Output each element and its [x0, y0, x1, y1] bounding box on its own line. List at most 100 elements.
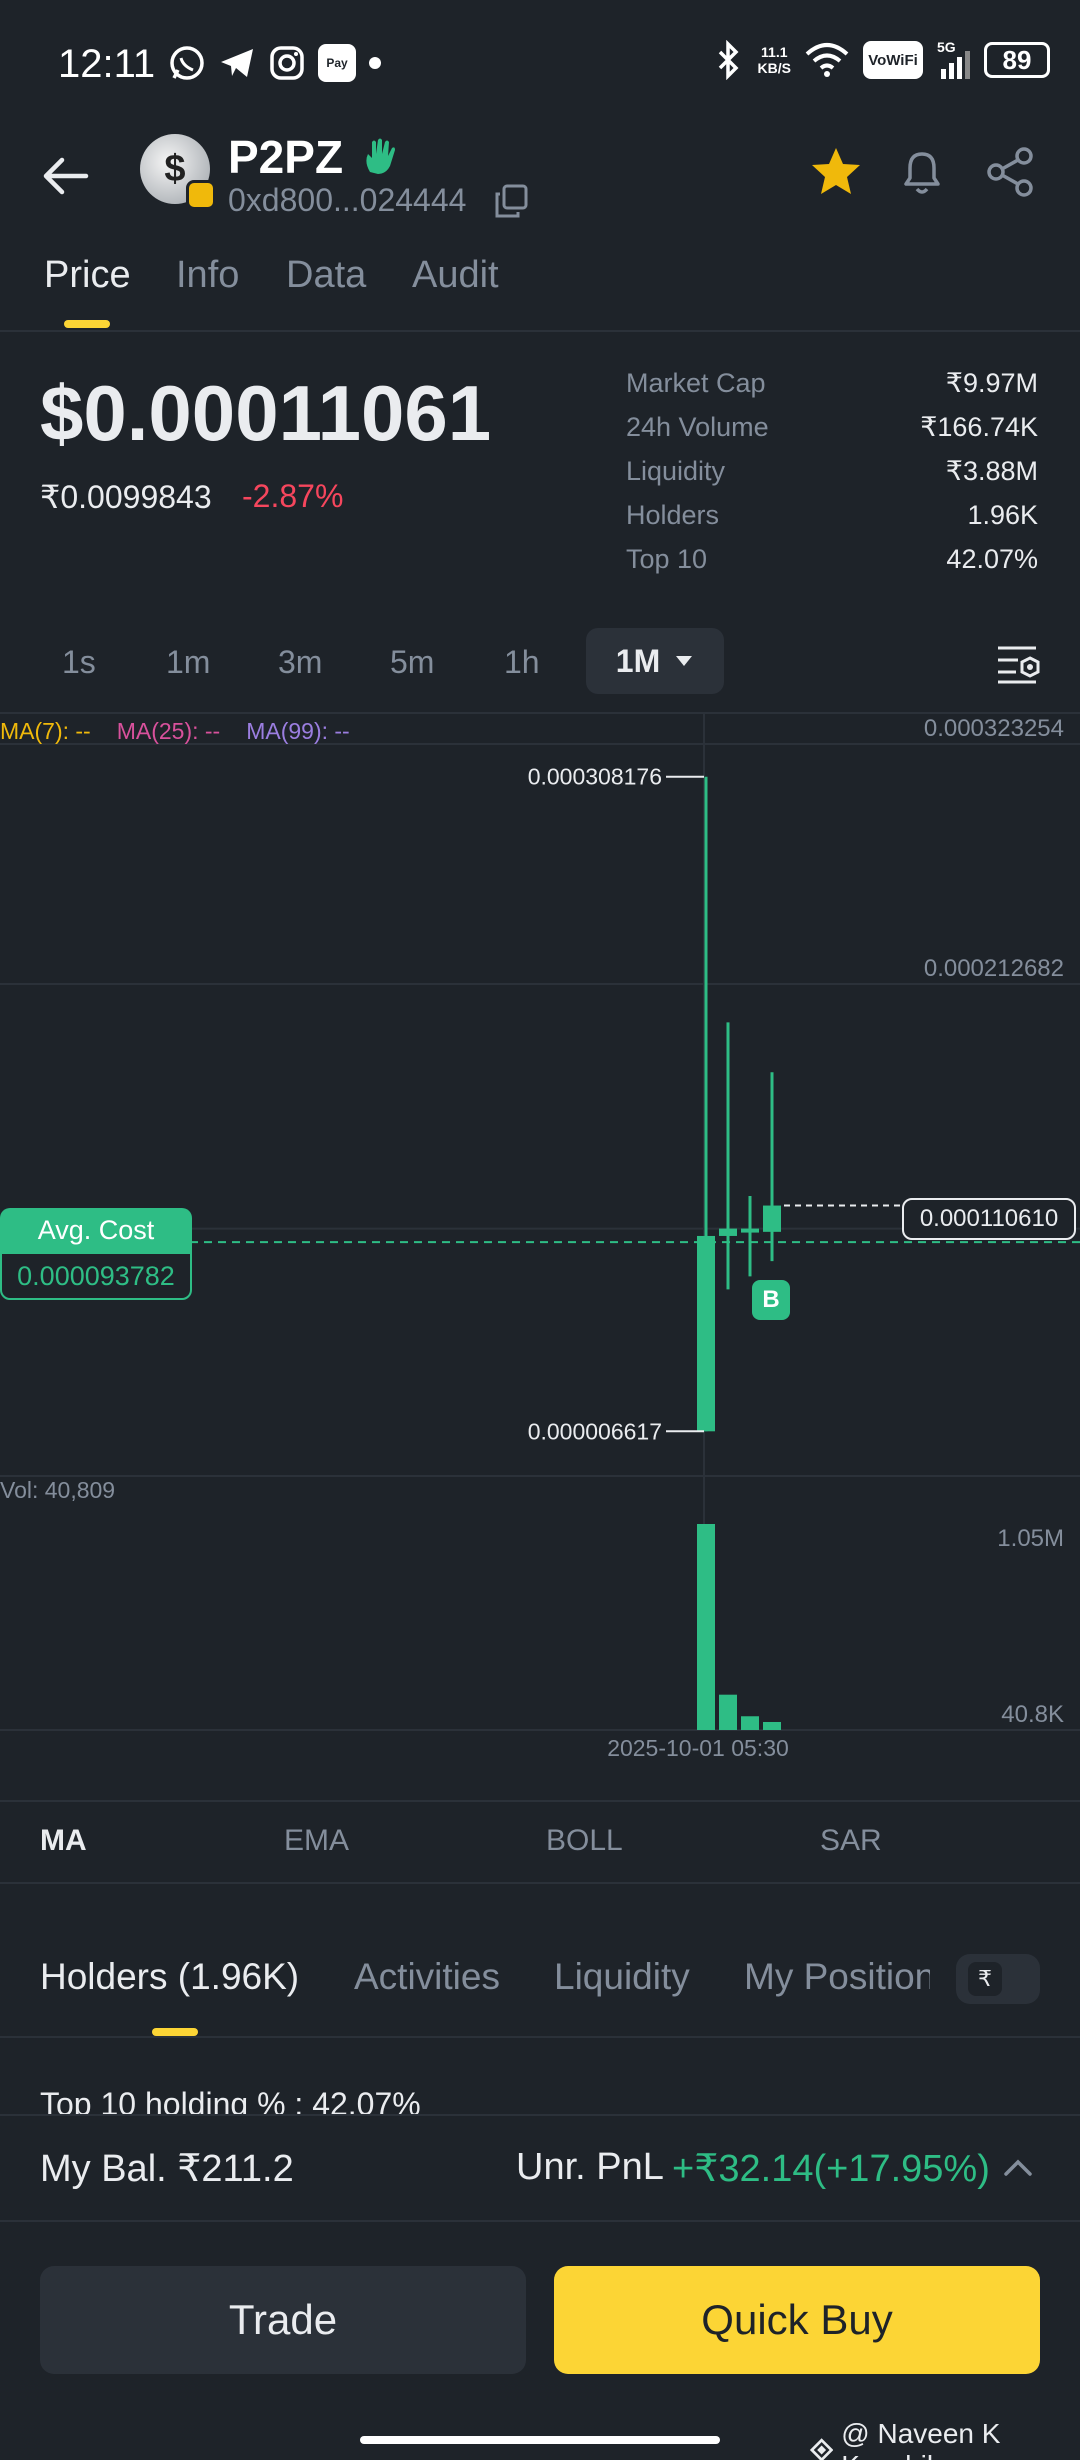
chain-badge-icon [186, 180, 216, 210]
avg-cost-value: 0.000093782 [0, 1252, 192, 1300]
stat-row: 24h Volume ₹166.74K [626, 412, 1038, 442]
stat-row: Liquidity ₹3.88M [626, 456, 1038, 486]
stat-row: Top 10 42.07% [626, 544, 1038, 574]
copy-icon[interactable] [494, 184, 528, 218]
telegram-icon [221, 49, 253, 77]
section-tabs: Holders (1.96K) Activities Liquidity My … [0, 1940, 1080, 2038]
low-label: 0.000006617 [528, 1418, 662, 1444]
main-tabs: Price Info Data Audit [0, 250, 1080, 332]
notification-icons: Pay [168, 44, 382, 82]
chevron-up-icon[interactable] [1000, 2152, 1036, 2182]
interval-3m[interactable]: 3m [278, 644, 322, 681]
tab-holders[interactable]: Holders (1.96K) [40, 1956, 299, 1998]
top10-holding: Top 10 holding % : 42.07% [40, 2086, 421, 2116]
ma25-legend: MA(25): -- [116, 718, 221, 744]
token-symbol: P2PZ [228, 131, 344, 183]
back-arrow-icon[interactable] [36, 146, 96, 206]
dot-icon [369, 57, 381, 69]
ma-legend: MA(7): -- MA(25): -- MA(99): -- [0, 718, 350, 745]
system-icons: 11.1 KB/S VoWiFi 5G 89 [714, 39, 1050, 80]
section-tab-indicator [152, 2028, 198, 2036]
battery-icon: 89 [984, 42, 1050, 78]
ma99-legend: MA(99): -- [246, 718, 350, 744]
tab-liquidity[interactable]: Liquidity [554, 1956, 690, 1998]
current-price-label: 0.000110610 [902, 1198, 1076, 1240]
volume-bar [763, 1721, 781, 1730]
currency-toggle[interactable]: ₹ [956, 1954, 1040, 2004]
instagram-icon [270, 46, 304, 80]
high-label: 0.000308176 [528, 764, 662, 790]
tab-audit[interactable]: Audit [412, 254, 499, 297]
indicator-ema[interactable]: EMA [284, 1824, 349, 1858]
candle-body [763, 1205, 781, 1232]
market-stats: Market Cap ₹9.97M 24h Volume ₹166.74K Liqu… [626, 368, 1038, 588]
stat-row: Market Cap ₹9.97M [626, 368, 1038, 398]
tab-my-position[interactable]: My Position [744, 1956, 930, 1998]
vowifi-icon: VoWiFi [863, 41, 923, 79]
net-speed: 11.1 KB/S [757, 44, 791, 76]
interval-active-label: 1M [615, 642, 661, 679]
home-indicator[interactable] [360, 2436, 720, 2444]
whatsapp-icon [170, 46, 204, 80]
indicator-sar[interactable]: SAR [820, 1824, 882, 1858]
tab-indicator [64, 320, 110, 328]
tab-price[interactable]: Price [44, 254, 131, 297]
avg-cost-label: Avg. Cost 0.000093782 [0, 1208, 192, 1304]
pnl-label: Unr. PnL [516, 2146, 664, 2188]
signal-icon: 5G [937, 39, 970, 79]
status-bar: 12:11 Pay 11.1 KB/S VoWiFi 5G 89 [0, 0, 1080, 130]
price-axis-label: 0.000323254 [924, 715, 1064, 742]
indicator-boll[interactable]: BOLL [546, 1824, 623, 1858]
stat-row: Holders 1.96K [626, 500, 1038, 530]
my-balance: My Bal. ₹211.2 [40, 2148, 294, 2190]
price-axis-label: 0.000212682 [924, 955, 1064, 982]
bell-icon[interactable] [892, 142, 952, 202]
bluetooth-icon [718, 40, 739, 80]
balance-bar[interactable]: My Bal. ₹211.2 Unr. PnL +₹32.14(+17.95%) [0, 2114, 1080, 2222]
interval-1h[interactable]: 1h [504, 644, 540, 681]
caret-down-icon [676, 656, 693, 666]
interval-5m[interactable]: 5m [390, 644, 434, 681]
candle-body [719, 1228, 737, 1236]
status-time: 12:11 [58, 42, 156, 86]
pnl-value: +₹32.14(+17.95%) [672, 2148, 990, 2190]
logo-icon [810, 2438, 834, 2460]
price-usd: $0.00011061 [40, 369, 492, 457]
favorite-star-icon[interactable] [806, 142, 866, 202]
candle-body [697, 1235, 715, 1432]
tab-activities[interactable]: Activities [354, 1956, 500, 1998]
rupee-icon: ₹ [968, 1962, 1002, 1996]
interval-dropdown[interactable]: 1M [586, 628, 724, 694]
trade-button[interactable]: Trade [40, 2266, 526, 2374]
buy-marker[interactable]: B [752, 1280, 790, 1320]
ma7-legend: MA(7): -- [0, 718, 91, 744]
candle-body [741, 1228, 759, 1233]
chart-settings-icon[interactable] [996, 644, 1042, 684]
contract-address: 0xd800...024444 [228, 182, 467, 218]
indicator-ma[interactable]: MA [40, 1824, 87, 1858]
watermark-text: @ Naveen K Kaushik [841, 2418, 1001, 2460]
paytm-icon: Pay [318, 44, 356, 82]
hand-icon [366, 138, 395, 174]
wifi-icon [805, 43, 849, 77]
volume-bar [741, 1716, 759, 1730]
volume-bar [697, 1524, 715, 1730]
tab-my-position-clip: My Position [744, 1940, 930, 2020]
quick-buy-button[interactable]: Quick Buy [554, 2266, 1040, 2374]
interval-selector: 1s 1m 3m 5m 1h 1M [0, 628, 1080, 708]
indicator-tabs: MA EMA BOLL SAR [0, 1800, 1080, 1884]
tab-info[interactable]: Info [176, 254, 239, 297]
volume-axis-label: 40.8K [1001, 1701, 1064, 1728]
watermark: @ Naveen K Kaushik [810, 2418, 1080, 2460]
x-axis-label: 2025-10-01 05:30 [607, 1735, 789, 1761]
tab-data[interactable]: Data [286, 254, 366, 297]
interval-1m[interactable]: 1m [166, 644, 210, 681]
volume-axis-label: 1.05M [997, 1525, 1064, 1552]
interval-1s[interactable]: 1s [62, 644, 96, 681]
price-inr: ₹0.0099843 [40, 479, 212, 515]
token-header: $ P2PZ 0xd800...024444 [0, 130, 1080, 240]
avg-cost-title: Avg. Cost [0, 1208, 192, 1252]
share-icon[interactable] [980, 142, 1040, 202]
price-change: -2.87% [242, 478, 344, 514]
volume-label: Vol: 40,809 [0, 1477, 115, 1503]
